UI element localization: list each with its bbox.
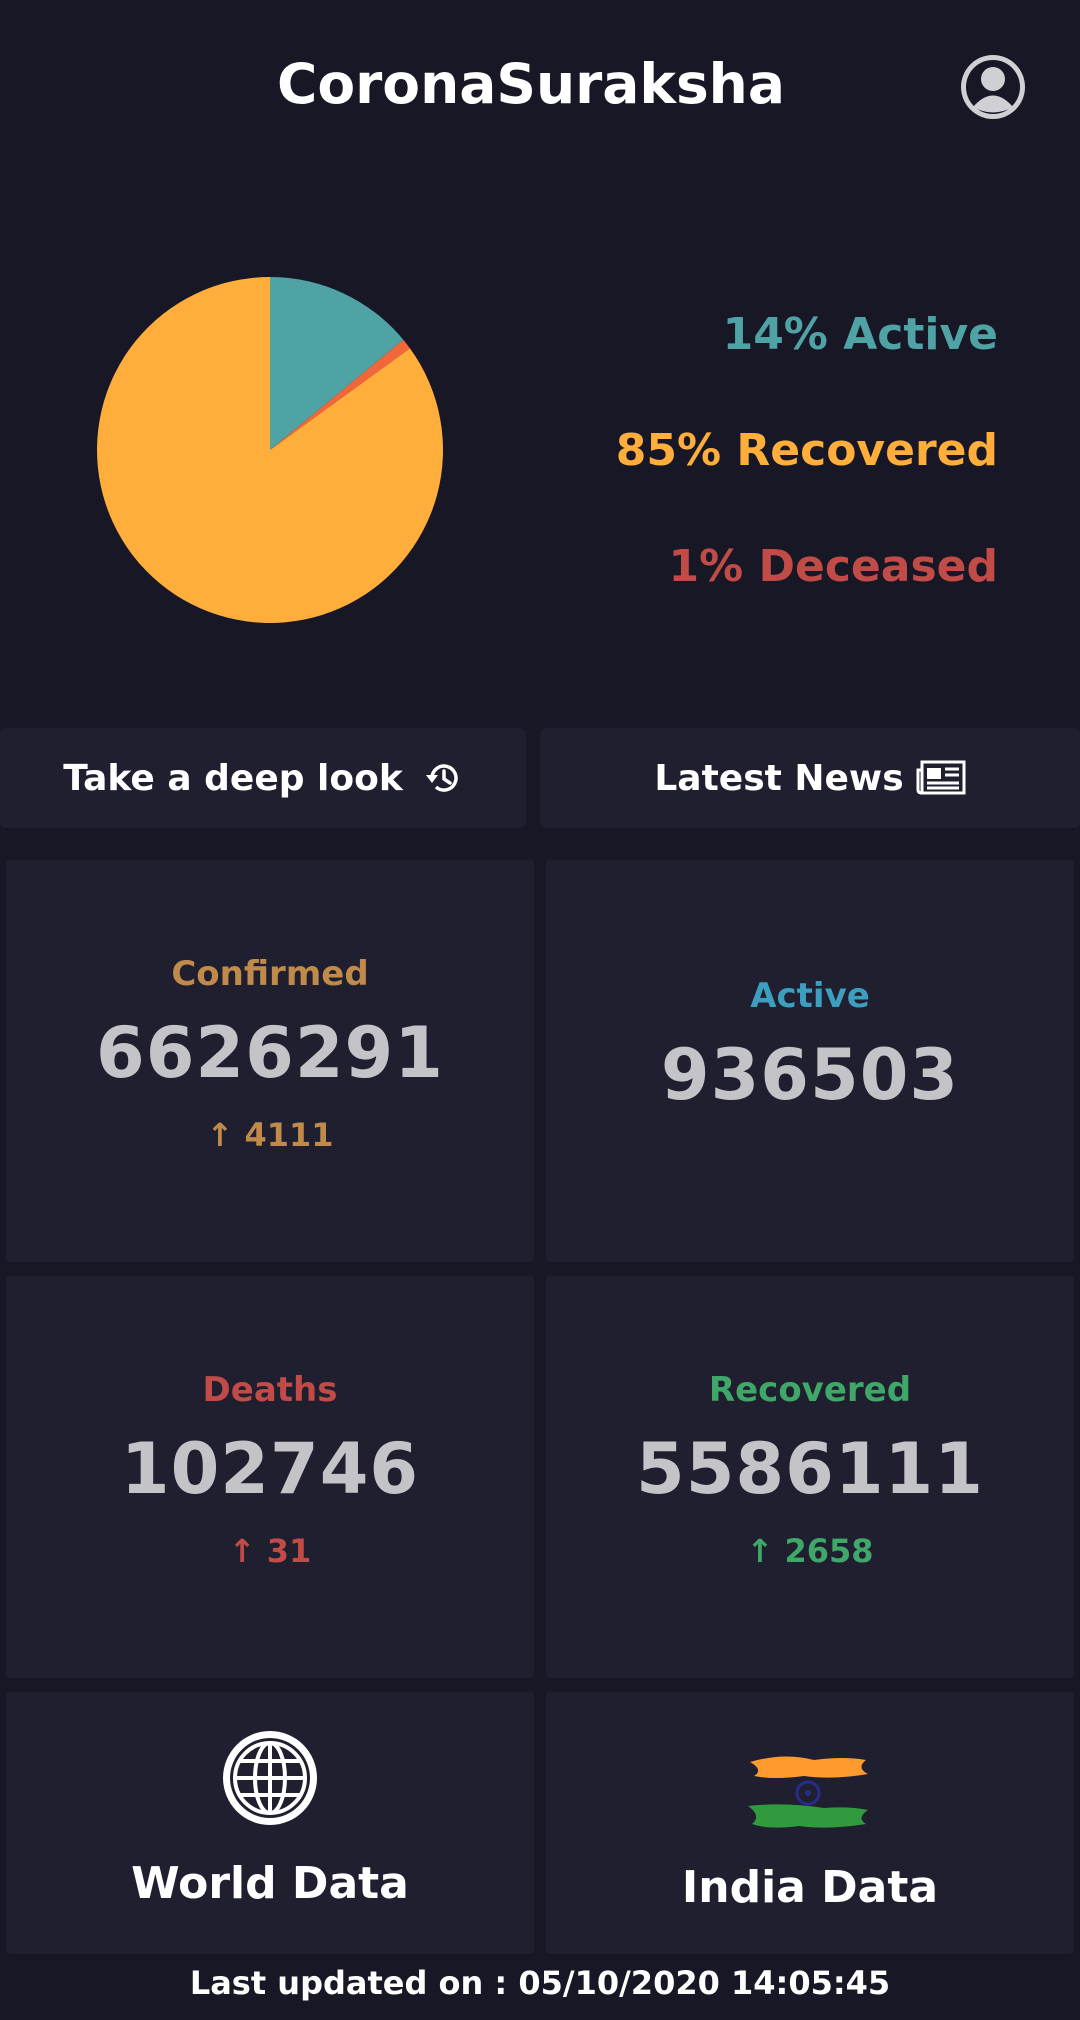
newspaper-icon [916, 760, 966, 796]
confirmed-card: Confirmed 6626291 ↑ 4111 [6, 860, 534, 1262]
app-header: CoronaSuraksha [0, 0, 1080, 180]
confirmed-delta: ↑ 4111 [206, 1116, 334, 1154]
active-value: 936503 [660, 1034, 960, 1116]
globe-icon [220, 1728, 320, 1832]
confirmed-label: Confirmed [171, 954, 369, 994]
recovered-card: Recovered 5586111 ↑ 2658 [546, 1276, 1074, 1678]
active-card: Active 936503 [546, 860, 1074, 1262]
profile-button[interactable] [958, 52, 1028, 122]
last-updated: Last updated on : 05/10/2020 14:05:45 [189, 1964, 891, 2002]
deaths-value: 102746 [120, 1428, 420, 1510]
summary-pie-chart [95, 275, 445, 625]
legend-deceased: 1% Deceased [668, 541, 998, 592]
india-data-label: India Data [681, 1862, 939, 1913]
confirmed-value: 6626291 [96, 1012, 444, 1094]
legend-active: 14% Active [722, 309, 998, 360]
india-flag-icon [744, 1754, 874, 1838]
app-title: CoronaSuraksha [277, 52, 785, 116]
recovered-label: Recovered [708, 1370, 912, 1410]
india-data-card[interactable]: India Data [546, 1692, 1074, 1954]
world-data-card[interactable]: World Data [6, 1692, 534, 1954]
recovered-delta: ↑ 2658 [746, 1532, 874, 1570]
latest-news-label: Latest News [654, 757, 904, 799]
history-icon [423, 758, 463, 798]
chart-legend: 14% Active 85% Recovered 1% Deceased [616, 300, 998, 648]
world-data-label: World Data [131, 1858, 409, 1909]
legend-recovered: 85% Recovered [615, 425, 998, 476]
deep-look-button[interactable]: Take a deep look [0, 728, 526, 828]
recovered-value: 5586111 [636, 1428, 984, 1510]
active-label: Active [750, 976, 870, 1016]
deaths-card: Deaths 102746 ↑ 31 [6, 1276, 534, 1678]
user-circle-icon [961, 55, 1025, 119]
deaths-label: Deaths [202, 1370, 338, 1410]
latest-news-button[interactable]: Latest News [540, 728, 1080, 828]
deep-look-label: Take a deep look [63, 757, 403, 799]
deaths-delta: ↑ 31 [228, 1532, 312, 1570]
pie-svg [96, 277, 443, 623]
